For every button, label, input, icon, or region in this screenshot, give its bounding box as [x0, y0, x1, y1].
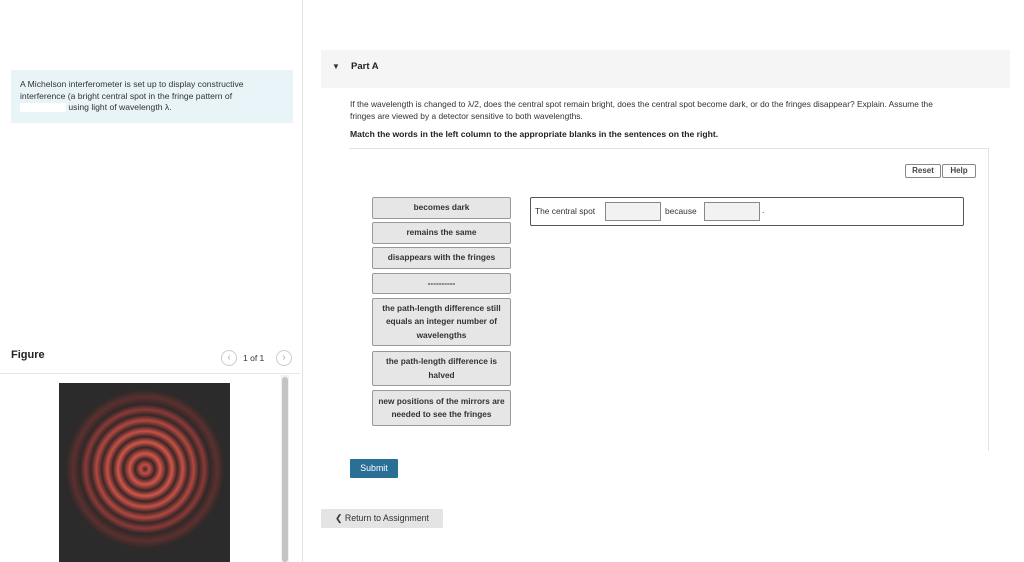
- question-line-2: fringes are viewed by a detector sensiti…: [350, 110, 583, 121]
- problem-line-2: interference (a bright central spot in t…: [20, 90, 233, 101]
- problem-text: A Michelson interferometer is set up to …: [20, 79, 285, 114]
- figure-scrollbar-thumb[interactable]: [282, 377, 288, 562]
- left-pane: A Michelson interferometer is set up to …: [0, 0, 303, 562]
- sentence-box: The central spot because .: [530, 197, 964, 226]
- tile-disappears-with-fringes[interactable]: disappears with the fringes: [372, 247, 511, 269]
- tile-becomes-dark[interactable]: becomes dark: [372, 197, 511, 219]
- tile-new-mirror-positions[interactable]: new positions of the mirrors are needed …: [372, 390, 511, 426]
- tile-path-length-halved[interactable]: the path-length difference is halved: [372, 351, 511, 386]
- sentence-end: .: [762, 205, 765, 215]
- tile-remains-the-same[interactable]: remains the same: [372, 222, 511, 244]
- chevron-left-icon[interactable]: ‹: [221, 350, 237, 366]
- redacted-text: [20, 103, 66, 113]
- sentence-start: The central spot: [535, 206, 596, 216]
- submit-button[interactable]: Submit: [350, 459, 398, 478]
- sentence-middle: because: [665, 206, 697, 216]
- part-title: Part A: [351, 61, 379, 72]
- reset-button[interactable]: Reset: [905, 164, 941, 178]
- figure-title: Figure: [11, 349, 45, 361]
- question-line-1: If the wavelength is changed to λ/2, doe…: [350, 99, 933, 109]
- chevron-left-icon: ❮: [335, 513, 343, 523]
- fringe-pattern-image: [59, 383, 230, 562]
- instruction-text: Match the words in the left column to th…: [350, 129, 719, 139]
- return-label: Return to Assignment: [344, 513, 429, 523]
- tile-placeholder[interactable]: ----------: [372, 273, 511, 294]
- chevron-right-icon[interactable]: ›: [276, 350, 292, 366]
- drop-blank-2[interactable]: [704, 202, 760, 221]
- problem-line-1: A Michelson interferometer is set up to …: [20, 79, 244, 89]
- problem-line-3: using light of wavelength λ.: [68, 102, 172, 112]
- drop-blank-1[interactable]: [605, 202, 661, 221]
- tile-path-length-integer[interactable]: the path-length difference still equals …: [372, 298, 511, 346]
- question-text: If the wavelength is changed to λ/2, doe…: [350, 99, 1010, 122]
- caret-down-icon[interactable]: ▼: [332, 62, 340, 71]
- problem-statement: A Michelson interferometer is set up to …: [11, 70, 293, 123]
- fringe-rings: [59, 383, 230, 562]
- return-to-assignment-button[interactable]: ❮ Return to Assignment: [321, 509, 443, 528]
- figure-divider: [0, 373, 300, 374]
- part-a-header[interactable]: ▼ Part A: [321, 50, 1010, 88]
- figure-pager: 1 of 1: [243, 353, 265, 363]
- help-button[interactable]: Help: [942, 164, 976, 178]
